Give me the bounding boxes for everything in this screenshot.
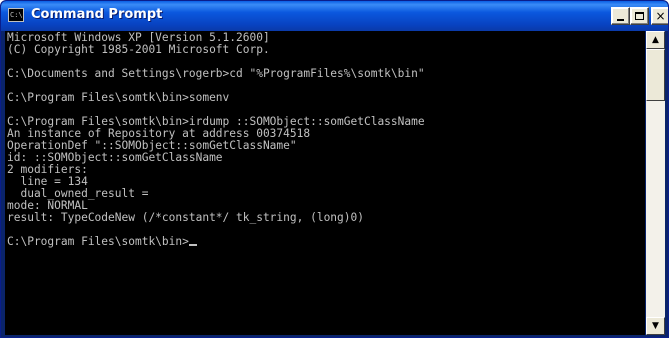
text-cursor [188, 244, 197, 246]
window-title: Command Prompt [31, 7, 163, 22]
minimize-icon [617, 19, 624, 21]
vertical-scrollbar[interactable]: ▲ ▼ [646, 31, 665, 335]
close-icon: × [655, 9, 666, 23]
scroll-down-button[interactable]: ▼ [646, 317, 665, 335]
close-button[interactable]: × [651, 7, 668, 25]
console-line: result: TypeCodeNew (/*constant*/ tk_str… [7, 211, 364, 224]
console-line: C:\Program Files\somtk\bin> [7, 235, 189, 248]
console-text: Microsoft Windows XP [Version 5.1.2600] … [5, 31, 645, 248]
title-bar[interactable]: C:\ Command Prompt × [1, 1, 668, 31]
console-line: C:\Documents and Settings\rogerb>cd "%Pr… [7, 67, 425, 80]
scroll-up-button[interactable]: ▲ [646, 31, 665, 49]
down-arrow-icon: ▼ [652, 321, 659, 331]
scroll-thumb[interactable] [646, 49, 665, 101]
console-line: C:\Program Files\somtk\bin>somenv [7, 91, 230, 104]
maximize-button[interactable] [630, 7, 649, 25]
console-output[interactable]: Microsoft Windows XP [Version 5.1.2600] … [5, 31, 645, 335]
up-arrow-icon: ▲ [652, 35, 659, 45]
maximize-icon [635, 12, 644, 20]
minimize-button[interactable] [611, 7, 630, 25]
cmd-icon[interactable]: C:\ [8, 8, 24, 22]
command-prompt-window: C:\ Command Prompt × Microsoft Windows X… [0, 0, 669, 338]
console-line: (C) Copyright 1985-2001 Microsoft Corp. [7, 43, 270, 56]
